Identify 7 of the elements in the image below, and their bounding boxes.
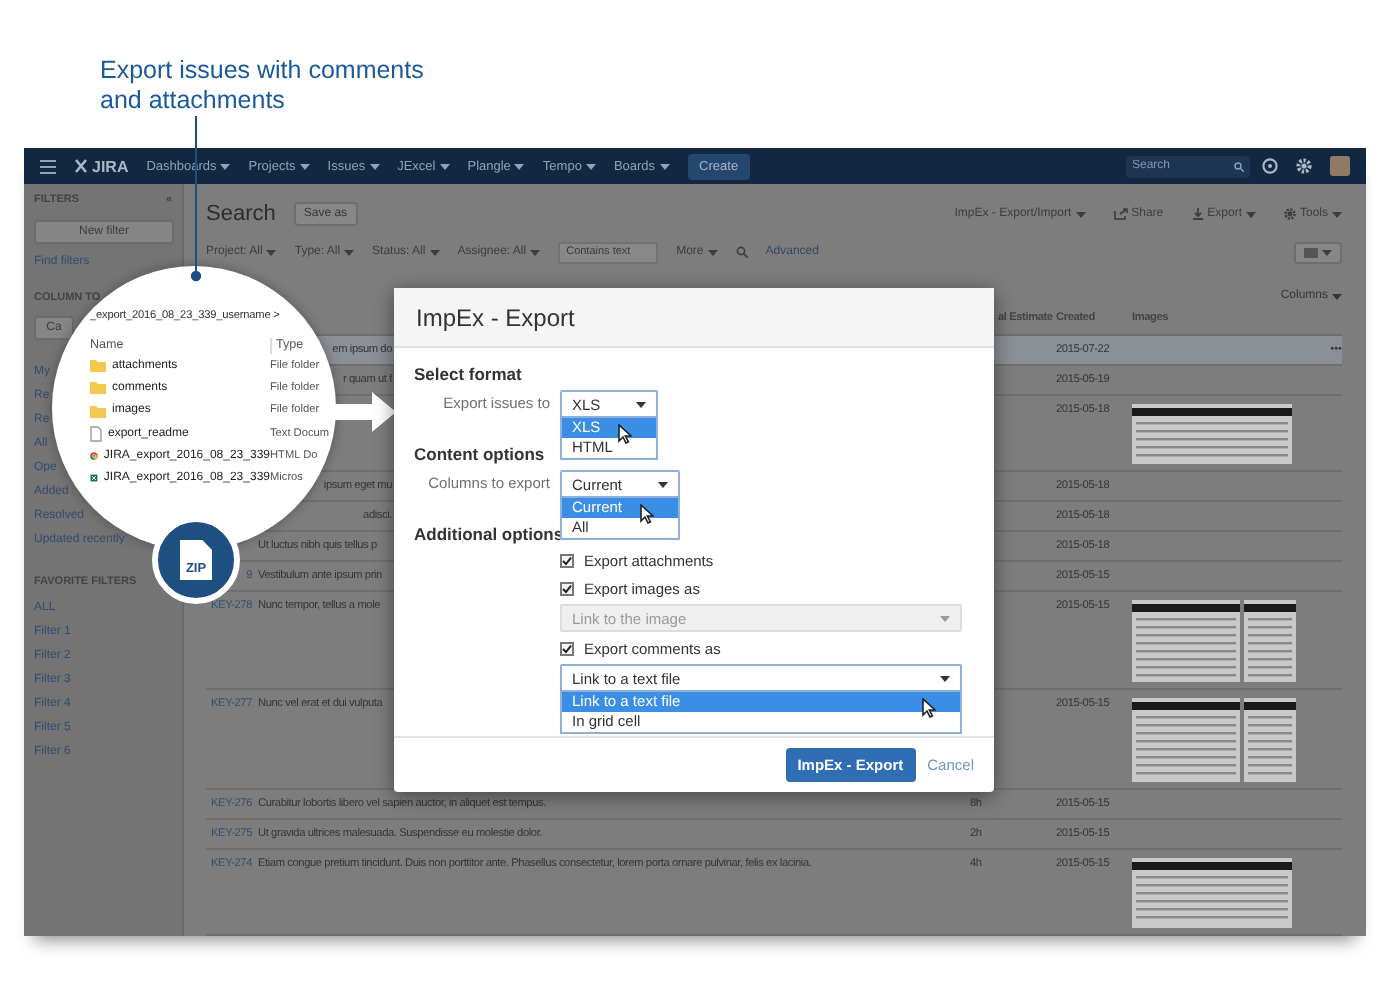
section-heading: Select format bbox=[414, 364, 522, 384]
caption-text: Export issues with comments and attachments bbox=[100, 56, 426, 116]
logo-text: JIRA bbox=[92, 157, 129, 175]
page-title: Search bbox=[206, 202, 276, 226]
section-heading: Additional options bbox=[414, 524, 564, 544]
dialog-title: ImpEx - Export bbox=[416, 303, 575, 331]
section-heading: Content options bbox=[414, 444, 545, 464]
